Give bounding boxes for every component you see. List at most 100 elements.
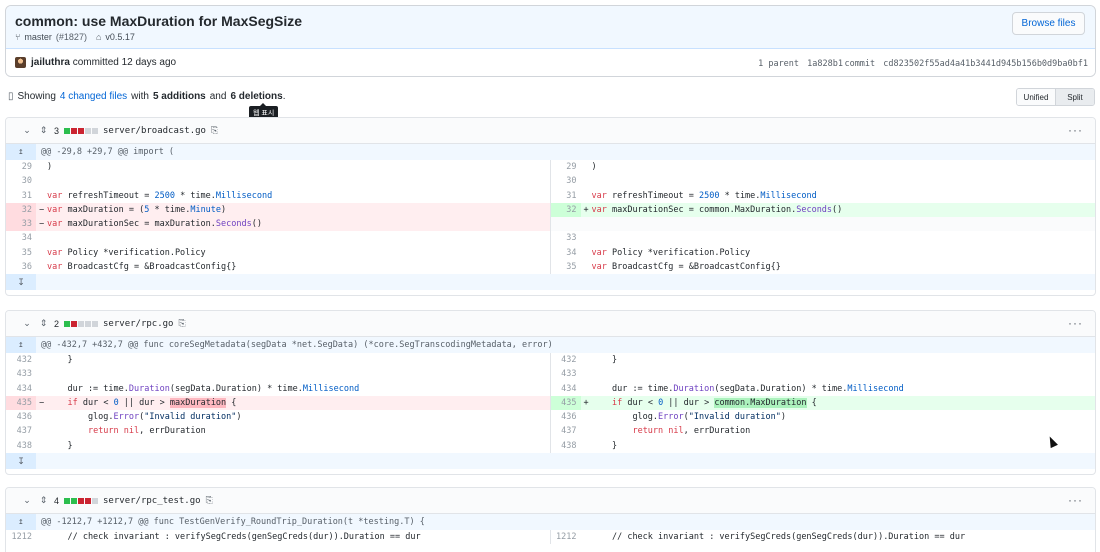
diff-right-cell: 438 } (551, 439, 1096, 453)
code-line: if dur < 0 || dur > maxDuration { (67, 397, 237, 408)
code-line: ) (591, 162, 597, 172)
line-number[interactable]: 436 (551, 410, 581, 424)
diff-marker (581, 353, 592, 367)
line-number[interactable]: 433 (551, 367, 581, 381)
diff-left-cell: 433 (6, 367, 551, 382)
line-number[interactable]: 30 (6, 174, 36, 188)
line-number[interactable]: 35 (6, 246, 36, 260)
line-number[interactable]: 433 (6, 367, 36, 381)
diff-left-cell: 1212 // check invariant : verifySegCreds… (6, 530, 551, 545)
line-number[interactable]: 31 (6, 189, 36, 203)
line-number[interactable]: 34 (551, 246, 581, 260)
line-number[interactable]: 32 (6, 202, 36, 218)
tag-name[interactable]: v0.5.17 (105, 32, 135, 42)
diff-row: 438 } 438 } (6, 438, 1096, 454)
file-name[interactable]: server/broadcast.go (103, 126, 206, 136)
line-number[interactable]: 1212 (6, 530, 36, 544)
code-line: dur := time.Duration(segData.Duration) *… (591, 383, 904, 394)
expand-all-icon[interactable]: ⇕ (38, 318, 49, 329)
parent-sha[interactable]: 1a828b1 (807, 59, 843, 69)
diffstat-block (71, 497, 78, 504)
diff-left-cell: 33− var maxDurationSec = maxDuration.Seco… (6, 217, 551, 232)
file-change-count: 4 (54, 495, 60, 506)
expand-all-icon[interactable]: ⇕ (38, 495, 49, 506)
diff-left-cell: 34 (6, 231, 551, 246)
line-number[interactable]: 31 (551, 189, 581, 203)
line-number[interactable]: 1212 (551, 530, 581, 544)
browse-files-button[interactable]: Browse files (1012, 12, 1085, 35)
diff-marker (581, 174, 592, 188)
file-name[interactable]: server/rpc.go (103, 319, 173, 329)
line-number[interactable]: 33 (551, 231, 581, 245)
diffstat-block (92, 127, 99, 134)
expand-up-icon[interactable]: ↥ (6, 144, 36, 160)
line-number[interactable]: 34 (6, 231, 36, 245)
file-change-count: 2 (54, 318, 60, 329)
copy-icon[interactable]: ⎘ (206, 495, 213, 506)
diff-marker (581, 189, 592, 203)
split-view-button[interactable]: Split (1056, 89, 1094, 105)
line-number[interactable]: 36 (6, 260, 36, 274)
line-number[interactable]: 438 (6, 439, 36, 453)
diff-marker (581, 367, 592, 381)
copy-icon[interactable]: ⎘ (178, 318, 185, 329)
diff-marker (36, 174, 47, 188)
author-name[interactable]: jailuthra (31, 57, 70, 68)
expand-down-icon[interactable]: ↧ (6, 274, 36, 291)
line-number[interactable]: 35 (551, 260, 581, 274)
line-number[interactable]: 33 (6, 217, 36, 232)
line-number[interactable]: 434 (551, 382, 581, 396)
pr-number[interactable]: (#1827) (56, 32, 87, 42)
code-line: // check invariant : verifySegCreds(genS… (47, 532, 421, 542)
expand-all-icon[interactable]: ⇕ (38, 125, 49, 136)
code-line: if dur < 0 || dur > common.MaxDuration { (611, 397, 817, 408)
avatar[interactable] (15, 57, 26, 68)
diff-left-cell: 437 return nil, errDuration (6, 424, 551, 439)
kebab-menu-icon[interactable]: ··· (1068, 493, 1083, 507)
code-line: } (47, 440, 73, 451)
line-number[interactable]: 435 (550, 395, 581, 411)
code-line: } (591, 355, 618, 365)
code-line: // check invariant : verifySegCreds(genS… (591, 532, 966, 542)
diff-marker: − (38, 219, 45, 230)
line-number[interactable]: 432 (6, 353, 36, 367)
chevron-down-icon[interactable]: ⌄ (21, 125, 33, 136)
diff-right-cell: 32 + var maxDurationSec = common.MaxDurati… (550, 202, 1095, 218)
summary-and: and (209, 91, 227, 102)
diffstat-block (85, 497, 92, 504)
line-number[interactable]: 432 (551, 353, 581, 367)
line-number[interactable] (551, 217, 581, 231)
changed-files-link[interactable]: 4 changed files (60, 91, 127, 102)
line-number[interactable]: 437 (6, 424, 36, 438)
code-line: return nil, errDuration (632, 426, 751, 437)
file-name[interactable]: server/rpc_test.go (103, 496, 201, 506)
expand-down-icon[interactable]: ↧ (6, 453, 36, 470)
line-number[interactable]: 32 (550, 202, 581, 218)
chevron-down-icon[interactable]: ⌄ (21, 495, 33, 506)
branch-name[interactable]: master (24, 32, 52, 42)
kebab-menu-icon[interactable]: ··· (1068, 316, 1083, 330)
line-number[interactable]: 437 (551, 424, 581, 438)
line-number[interactable]: 435 (6, 395, 36, 411)
diff-marker (36, 439, 47, 453)
line-number[interactable]: 30 (551, 174, 581, 188)
line-number[interactable]: 438 (551, 439, 581, 453)
diff-right-cell: 34 var Policy *verification.Policy (551, 246, 1096, 260)
diff-marker (581, 231, 592, 245)
line-number[interactable]: 29 (6, 160, 36, 174)
chevron-down-icon[interactable]: ⌄ (21, 318, 33, 329)
line-number[interactable]: 434 (6, 382, 36, 396)
unified-view-button[interactable]: Unified (1017, 89, 1056, 105)
summary-icon: ▯ (8, 91, 14, 102)
parent-info: 1 parent 1a828b1 (758, 59, 843, 69)
diff-marker: + (583, 397, 589, 408)
diff-left-cell: 31 var refreshTimeout = 2500 * time.Milli… (6, 188, 551, 203)
expand-up-icon[interactable]: ↥ (6, 514, 36, 530)
commit-author-bar: jailuthra committed 12 days ago 1 parent… (6, 49, 1095, 76)
expand-up-icon[interactable]: ↥ (6, 337, 36, 353)
copy-icon[interactable]: ⎘ (211, 125, 218, 136)
line-number[interactable]: 29 (551, 160, 581, 174)
line-number[interactable]: 436 (6, 410, 36, 424)
kebab-menu-icon[interactable]: ··· (1068, 123, 1083, 137)
expand-row: ↧ (6, 274, 1095, 291)
